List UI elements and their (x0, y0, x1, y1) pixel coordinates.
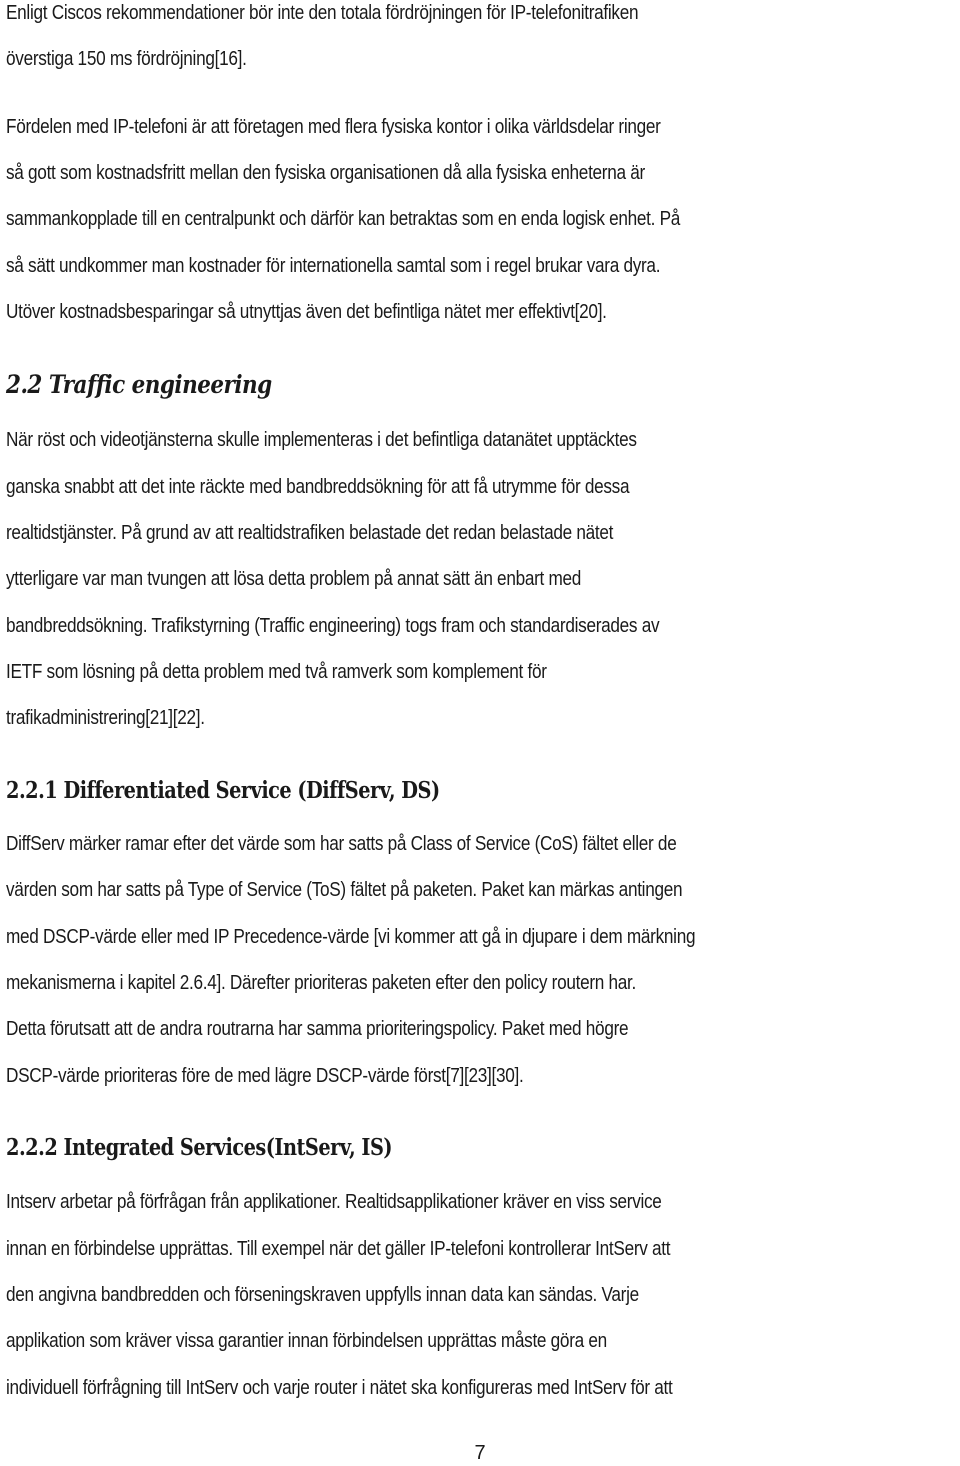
section-heading: 2.2 Traffic engineering (6, 370, 272, 399)
text-line: värden som har satts på Type of Service … (6, 879, 683, 901)
text-line: mekanismerna i kapitel 2.6.4]. Därefter … (6, 972, 637, 994)
text-line: realtidstjänster. På grund av att realti… (6, 522, 614, 544)
text-line: När röst och videotjänsterna skulle impl… (6, 429, 637, 451)
text-line: applikation som kräver vissa garantier i… (6, 1330, 607, 1352)
text-line: överstiga 150 ms fördröjning[16]. (6, 48, 247, 70)
text-line: Intserv arbetar på förfrågan från applik… (6, 1191, 662, 1213)
text-line: ytterligare var man tvungen att lösa det… (6, 568, 582, 590)
subsection-heading: 2.2.2 Integrated Services(IntServ, IS) (6, 1134, 393, 1161)
text-line: IETF som lösning på detta problem med tv… (6, 661, 547, 683)
text-line: individuell förfrågning till IntServ och… (6, 1377, 673, 1399)
text-line: så gott som kostnadsfritt mellan den fys… (6, 162, 645, 184)
text-line: Enligt Ciscos rekommendationer bör inte … (6, 2, 639, 24)
text-line: Fördelen med IP-telefoni är att företage… (6, 116, 661, 138)
text-line: DiffServ märker ramar efter det värde so… (6, 833, 677, 855)
text-line: innan en förbindelse upprättas. Till exe… (6, 1238, 671, 1260)
text-line: Detta förutsatt att de andra routrarna h… (6, 1018, 629, 1040)
text-line: Utöver kostnadsbesparingar så utnyttjas … (6, 301, 607, 323)
text-line: DSCP-värde prioriteras före de med lägre… (6, 1065, 524, 1087)
text-line: bandbreddsökning. Trafikstyrning (Traffi… (6, 615, 660, 637)
text-line: sammankopplade till en centralpunkt och … (6, 208, 681, 230)
page-number: 7 (474, 1442, 486, 1464)
text-line: så sätt undkommer man kostnader för inte… (6, 255, 661, 277)
text-line: med DSCP-värde eller med IP Precedence-v… (6, 926, 696, 948)
text-line: den angivna bandbredden och förseningskr… (6, 1284, 639, 1306)
text-line: ganska snabbt att det inte räckte med ba… (6, 476, 630, 498)
text-line: trafikadministrering[21][22]. (6, 707, 205, 729)
document-page: Enligt Ciscos rekommendationer bör inte … (0, 0, 960, 1464)
subsection-heading: 2.2.1 Differentiated Service (DiffServ, … (6, 777, 440, 804)
